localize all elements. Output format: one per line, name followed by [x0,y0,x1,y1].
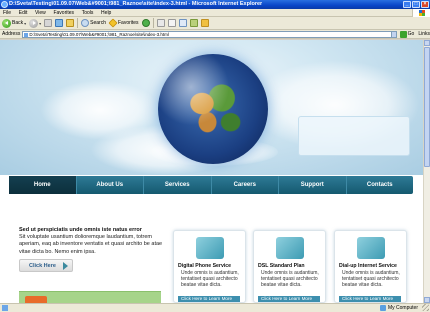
go-label: Go [407,31,415,37]
windows-flag-icon [419,10,425,16]
service-text: Unde omnis is audantium, tentatiset quas… [342,270,400,289]
forward-arrow-icon [29,18,39,28]
service-title: Digital Phone Service [178,263,232,269]
close-button[interactable]: × [421,1,429,8]
dial-up-service-icon [357,237,385,259]
earth-globe-image [158,54,268,164]
nav-services[interactable]: Services [144,176,212,194]
address-value: D:\Sveta\Testing\01.09.07\Web&#9001;\981… [29,31,169,37]
intro-title: Sed ut perspiciatis unde omnis iste natu… [19,227,142,233]
history-icon[interactable] [141,19,150,27]
back-dropdown-icon[interactable]: ▾ [24,21,26,26]
scroll-thumb[interactable] [424,47,430,167]
service-title: DSL Standard Plan [258,263,305,269]
go-button[interactable]: Go [399,30,415,38]
address-input[interactable]: D:\Sveta\Testing\01.09.07\Web&#9001;\981… [22,30,393,38]
resize-grip[interactable] [422,304,429,311]
arrow-right-icon [63,262,68,270]
address-dropdown-button[interactable] [392,30,397,38]
minimize-button[interactable]: _ [403,1,411,8]
site-navigation: Home About Us Services Careers Support C… [9,176,413,194]
learn-more-button[interactable]: Click Here to Learn More [339,296,401,302]
back-button[interactable]: Back ▾ [2,18,26,28]
nav-support[interactable]: Support [279,176,347,194]
scroll-up-button[interactable] [424,40,430,46]
dsl-service-icon [276,237,304,259]
links-button[interactable]: Links [418,31,430,37]
service-card-digital-phone: Digital Phone Service Unde omnis is auda… [173,230,246,303]
forward-button[interactable]: ▾ [29,18,41,28]
favorites-button[interactable]: Favorites [108,18,139,28]
nav-about-us[interactable]: About Us [77,176,144,194]
go-arrow-icon [399,30,407,38]
messenger-icon[interactable] [200,19,209,27]
service-text: Unde omnis is audantium, tentatiset quas… [181,270,239,289]
title-bar: D:\Sveta\Testing\01.09.07\Web&#9001;\981… [0,0,430,9]
click-here-label: Click Here [29,263,56,269]
menu-tools[interactable]: Tools [79,9,97,17]
search-label: Search [90,20,106,26]
edit-icon[interactable] [178,19,187,27]
favorites-label: Favorites [118,20,139,26]
discuss-icon[interactable] [189,19,198,27]
phone-service-icon [196,237,224,259]
internet-explorer-icon [1,1,8,8]
address-bar: Address D:\Sveta\Testing\01.09.07\Web&#9… [0,30,430,39]
click-here-button[interactable]: Click Here [19,259,73,272]
back-label: Back [12,20,24,26]
learn-more-button[interactable]: Click Here to Learn More [178,296,240,302]
menu-view[interactable]: View [32,9,49,17]
toolbar-separator [77,18,79,28]
security-zone: My Computer [379,304,418,312]
my-computer-icon [379,305,386,311]
menu-favorites[interactable]: Favorites [50,9,77,17]
mail-icon[interactable] [156,19,165,27]
print-icon[interactable] [167,19,176,27]
menu-bar: File Edit View Favorites Tools Help [0,9,430,17]
intro-text: Sit voluptate usantium dolioremque lauda… [19,234,163,255]
toolbar: Back ▾ ▾ Search Favorites [0,17,430,30]
refresh-icon[interactable] [55,19,64,27]
page-icon [24,32,29,37]
windows-logo [412,9,430,17]
window-title: D:\Sveta\Testing\01.09.07\Web&#9001;\981… [9,1,263,7]
nav-home[interactable]: Home [9,176,77,194]
stop-icon[interactable] [44,19,53,27]
menu-help[interactable]: Help [98,9,114,17]
favorites-star-icon [108,18,118,28]
home-icon[interactable] [66,19,75,27]
address-label: Address [2,31,21,37]
service-card-dial-up: Dial-up Internet Service Unde omnis is a… [334,230,407,303]
hero-info-box [298,116,410,156]
window-controls: _ □ × [403,1,429,8]
service-title: Dial-up Internet Service [339,263,397,269]
service-card-dsl: DSL Standard Plan Unde omnis is audantiu… [253,230,326,303]
service-text: Unde omnis is audantium, tentatiset quas… [261,270,319,289]
nav-careers[interactable]: Careers [212,176,279,194]
search-icon [81,19,90,27]
menu-edit[interactable]: Edit [16,9,31,17]
search-button[interactable]: Search [81,19,106,27]
nav-contacts[interactable]: Contacts [347,176,414,194]
vertical-scrollbar[interactable] [423,40,430,303]
zone-label: My Computer [387,305,418,311]
menu-file[interactable]: File [0,9,14,17]
learn-more-button[interactable]: Click Here to Learn More [258,296,320,302]
maximize-button[interactable]: □ [412,1,420,8]
page-status-icon [2,305,8,311]
forward-dropdown-icon[interactable]: ▾ [39,21,41,26]
back-arrow-icon [2,18,11,28]
status-bar: My Computer [0,303,430,312]
toolbar-separator [152,18,154,28]
